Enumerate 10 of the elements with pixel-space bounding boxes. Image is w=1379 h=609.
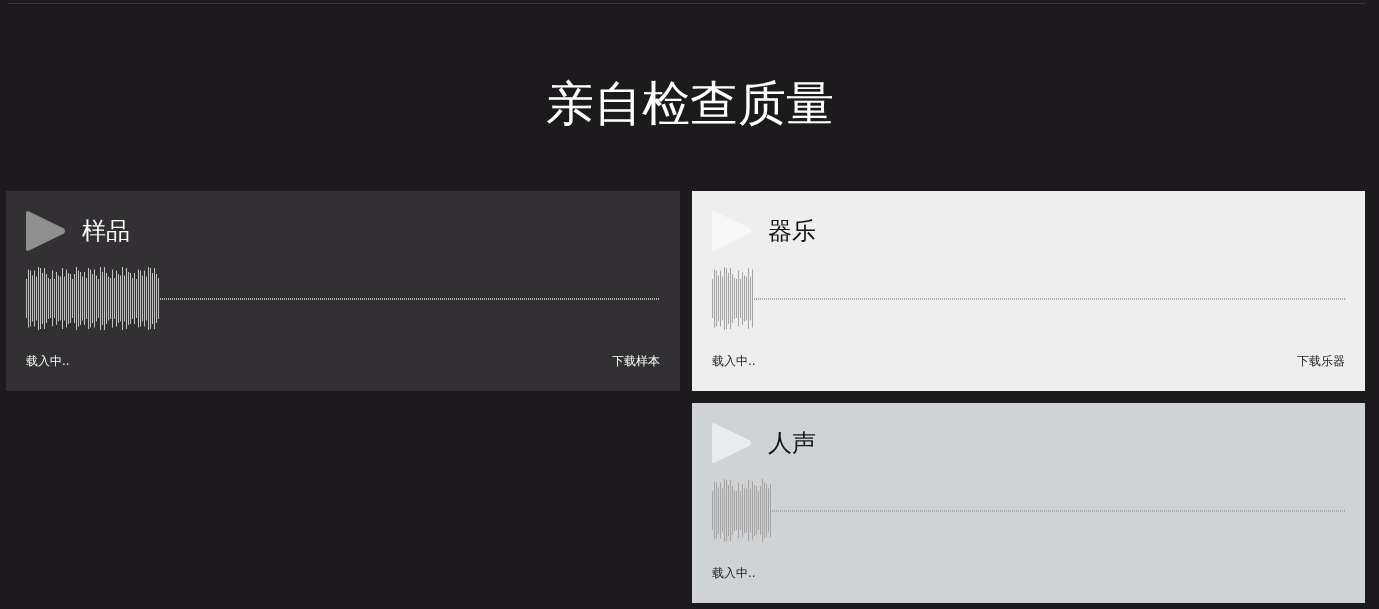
page-heading: 亲自检查质量 [544, 74, 835, 132]
play-icon[interactable] [26, 211, 66, 251]
download-link[interactable]: 下载样本 [612, 354, 660, 368]
loading-status: 载入中.. [26, 354, 70, 368]
card-title: 人声 [768, 428, 816, 458]
loading-status: 载入中.. [712, 354, 756, 368]
download-link[interactable]: 下载乐器 [1297, 354, 1345, 368]
card-title: 样品 [82, 216, 130, 246]
card-title: 器乐 [768, 216, 816, 246]
loading-status: 载入中.. [712, 566, 756, 580]
